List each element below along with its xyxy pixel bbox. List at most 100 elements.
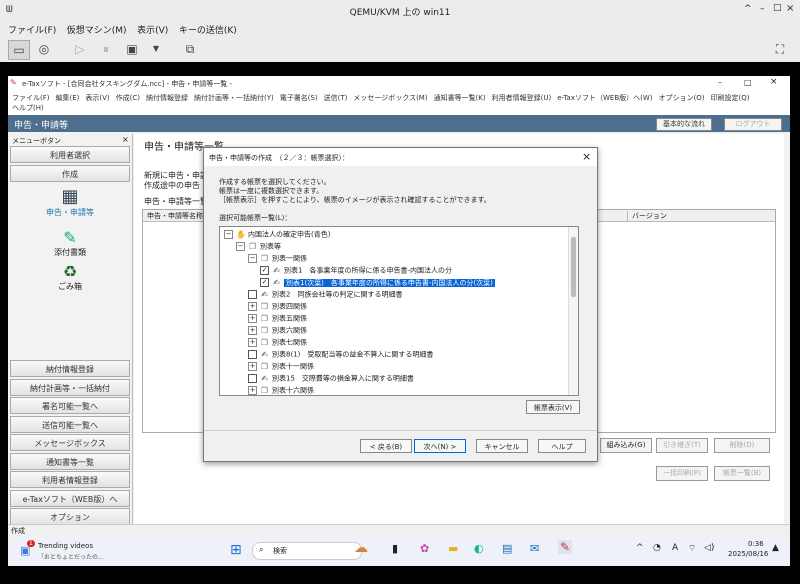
tree-node[interactable]: − ❒ 別表等 (236, 241, 281, 252)
start-icon[interactable]: ⊞ (230, 542, 242, 558)
app-menu-item[interactable]: ヘルプ(H) (12, 104, 44, 112)
tray-volume-icon[interactable]: ◁) (704, 543, 714, 553)
sidebar-bottom-button[interactable]: 通知書等一覧 (10, 452, 130, 470)
task-view-icon[interactable]: ▮ (392, 542, 398, 555)
app-menu-item[interactable]: メッセージボックス(M) (353, 94, 427, 102)
tree-node[interactable]: + ❒ 別表十一関係 (248, 361, 314, 372)
tree-expander-icon[interactable]: + (248, 338, 257, 347)
app-menu-item[interactable]: 送信(T) (324, 94, 348, 102)
store-icon[interactable]: ▤ (502, 542, 512, 555)
tree-node[interactable]: − ❒ 別表一関係 (248, 253, 307, 264)
dialog-close-button[interactable]: × (582, 150, 591, 163)
tray-wifi-icon[interactable]: ⌔ (688, 543, 696, 554)
tray-date[interactable]: 2025/08/16 (728, 550, 768, 558)
app-menu-item[interactable]: 利用者情報登録(U) (492, 94, 552, 102)
form-checkbox[interactable] (248, 374, 257, 383)
tray-chevron-icon[interactable]: ^ (636, 543, 644, 553)
sidebar-item-trash[interactable]: ♻ ごみ箱 (10, 262, 130, 292)
host-menu-view[interactable]: 表示(V) (137, 23, 168, 36)
sidebar-bottom-button[interactable]: 納付計画等・一括納付 (10, 378, 130, 396)
tree-node[interactable]: ✍ 別表2 同族会社等の判定に関する明細書 (248, 289, 402, 300)
console-icon[interactable]: ▭ (8, 40, 30, 60)
logout-button[interactable]: ログアウト (724, 118, 782, 131)
app-menu-item[interactable]: 編集(E) (56, 94, 80, 102)
etax-taskbar-icon[interactable]: ✎ (558, 540, 573, 554)
tree-expander-icon[interactable]: + (248, 362, 257, 371)
bulk-export-button[interactable]: 帳票一覧(B) (714, 466, 770, 481)
host-maximize-button[interactable]: □ (773, 3, 782, 13)
tree-node[interactable]: + ❒ 別表七関係 (248, 337, 307, 348)
next-button[interactable]: 次へ(N) > (414, 439, 466, 453)
tree-node[interactable]: ✓ ✍ 別表1(次葉) 各事業年度の所得に係る申告書-内国法人の分(次葉) (260, 277, 495, 288)
file-explorer-icon[interactable]: ▬ (448, 542, 458, 555)
host-up-button[interactable]: ^ (744, 4, 752, 14)
sidebar-create-button[interactable]: 作成 (10, 165, 130, 182)
host-close-button[interactable]: × (786, 3, 794, 14)
tray-ime-indicator[interactable]: A (672, 543, 678, 553)
tray-time[interactable]: 0:36 (748, 540, 764, 548)
run-icon[interactable]: ▷ (70, 40, 90, 58)
app-menu-item[interactable]: ファイル(F) (12, 94, 50, 102)
sidebar-item-filings[interactable]: ▦ 申告・申請等 (10, 186, 130, 218)
sidebar-bottom-button[interactable]: 利用者情報登録 (10, 471, 130, 488)
delete-button[interactable]: 削除(D) (714, 438, 770, 453)
sidebar-bottom-button[interactable]: メッセージボックス (10, 434, 130, 451)
app-menu-item[interactable]: オプション(O) (659, 94, 705, 102)
tree-expander-icon[interactable]: + (248, 314, 257, 323)
back-button[interactable]: < 戻る(B) (360, 439, 412, 453)
tree-scrollbar-thumb[interactable] (571, 237, 576, 297)
tree-node[interactable]: + ❒ 別表四関係 (248, 301, 307, 312)
takeover-button[interactable]: 引き継ぎ(T) (656, 438, 708, 453)
host-menu-file[interactable]: ファイル(F) (8, 23, 56, 36)
tray-network-icon[interactable]: ◔ (653, 543, 661, 553)
copilot-icon[interactable]: ✿ (420, 542, 429, 555)
app-menu-item[interactable]: 作成(C) (116, 94, 140, 102)
sidebar-bottom-button[interactable]: 送信可能一覧へ (10, 415, 130, 433)
outlook-icon[interactable]: ✉ (530, 542, 539, 555)
tree-node[interactable]: ✓ ✍ 別表1 各事業年度の所得に係る申告書-内国法人の分 (260, 265, 452, 276)
app-menu-item[interactable]: 表示(V) (85, 94, 109, 102)
col-name-header[interactable]: 申告・申請等名称 (147, 211, 203, 221)
app-maximize-button[interactable]: □ (744, 78, 752, 87)
bulk-print-button[interactable]: 一括印刷(P) (656, 466, 708, 481)
sidebar-close-button[interactable]: × (122, 135, 129, 144)
sidebar-bottom-button[interactable]: 納付情報登録 (10, 360, 130, 377)
form-checkbox[interactable] (248, 290, 257, 299)
shutdown-menu-chevron-icon[interactable]: ▼ (146, 40, 166, 58)
app-menu-item[interactable]: e-Taxソフト（WEB版）へ(W) (557, 94, 652, 102)
tree-node[interactable]: − ✋ 内国法人の確定申告(青色) (224, 229, 330, 240)
help-button[interactable]: ヘルプ (538, 439, 586, 453)
app-menu-item[interactable]: 電子署名(S) (280, 94, 318, 102)
app-menu-item[interactable]: 印刷設定(Q) (711, 94, 750, 102)
news-widget[interactable]: ▣ 1 Trending videos 「おとちょとだったの... (20, 540, 130, 563)
col-version-header[interactable]: バージョン (627, 211, 667, 221)
app-menu-item[interactable]: 納付計画等・一括納付(Y) (194, 94, 274, 102)
form-checkbox[interactable] (248, 350, 257, 359)
tree-node[interactable]: + ❒ 別表六関係 (248, 325, 307, 336)
shutdown-icon[interactable]: ▣ (122, 40, 142, 58)
snapshot-icon[interactable]: ⧉ (180, 40, 200, 58)
tree-expander-icon[interactable]: + (248, 386, 257, 395)
tree-node[interactable]: ✍ 別表15 交際費等の損金算入に関する明細書 (248, 373, 414, 384)
cancel-button[interactable]: キャンセル (476, 439, 528, 453)
app-menu-item[interactable]: 通知書等一覧(K) (434, 94, 486, 102)
sidebar-bottom-button[interactable]: オプション (10, 508, 130, 525)
host-menu-sendkey[interactable]: キーの送信(K) (179, 23, 237, 36)
preview-form-button[interactable]: 帳票表示(V) (526, 400, 580, 414)
tree-expander-icon[interactable]: + (248, 326, 257, 335)
widget-landscape-icon[interactable]: ☁ (354, 540, 368, 556)
tree-expander-icon[interactable]: − (224, 230, 233, 239)
form-checkbox[interactable]: ✓ (260, 266, 269, 275)
tree-node[interactable]: ✍ 別表8(1) 受取配当等の益金不算入に関する明細書 (248, 349, 433, 360)
edge-icon[interactable]: ◐ (474, 542, 484, 555)
form-checkbox[interactable]: ✓ (260, 278, 269, 287)
tree-expander-icon[interactable]: − (248, 254, 257, 263)
sidebar-bottom-button[interactable]: e-Taxソフト（WEB版）へ (10, 489, 130, 507)
notification-bell-icon[interactable]: ▲ (772, 543, 779, 553)
tree-scrollbar[interactable] (568, 227, 578, 395)
tree-node[interactable]: + ❒ 別表十六関係 (248, 385, 314, 395)
pause-icon[interactable]: ⏸ (96, 40, 116, 58)
load-button[interactable]: 組み込み(G) (600, 438, 652, 453)
basic-flow-button[interactable]: 基本的な流れ (656, 118, 712, 131)
sidebar-bottom-button[interactable]: 署名可能一覧へ (10, 397, 130, 414)
